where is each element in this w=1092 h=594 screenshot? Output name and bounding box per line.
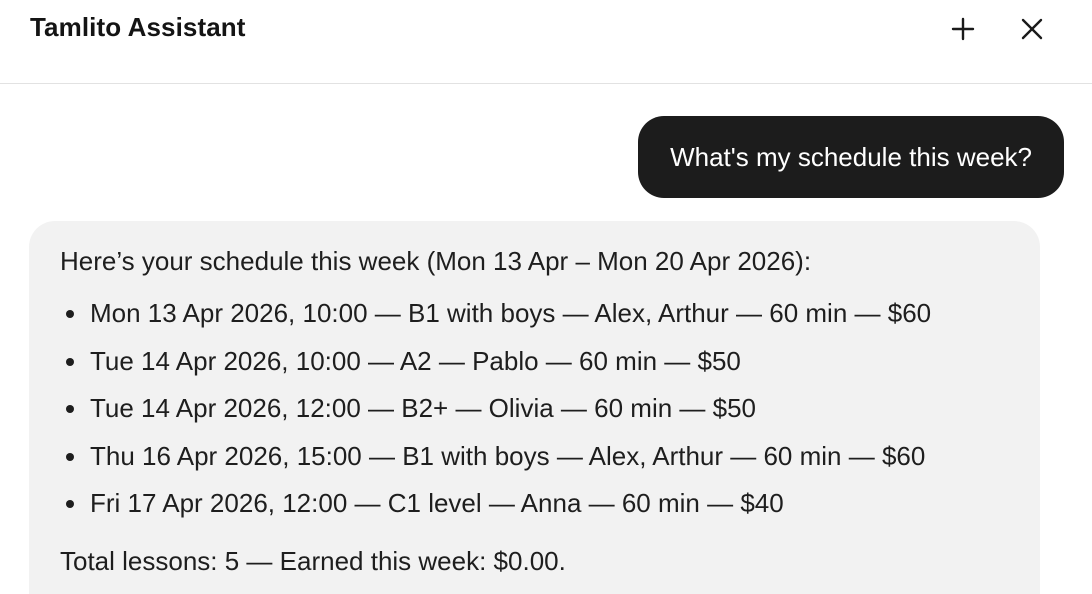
close-button[interactable] (1015, 12, 1049, 46)
schedule-item: Fri 17 Apr 2026, 12:00 — C1 level — Anna… (60, 485, 1009, 533)
panel-header: Tamlito Assistant (0, 0, 1092, 84)
schedule-item: Thu 16 Apr 2026, 15:00 — B1 with boys — … (60, 438, 1009, 486)
schedule-item: Mon 13 Apr 2026, 10:00 — B1 with boys — … (60, 295, 1009, 343)
schedule-item: Tue 14 Apr 2026, 10:00 — A2 — Pablo — 60… (60, 343, 1009, 391)
schedule-list: Mon 13 Apr 2026, 10:00 — B1 with boys — … (60, 295, 1009, 533)
close-icon (1021, 18, 1043, 40)
message-list[interactable]: What's my schedule this week? Here’s you… (0, 85, 1092, 594)
panel-title: Tamlito Assistant (30, 12, 246, 42)
plus-icon (951, 17, 975, 41)
schedule-item: Tue 14 Apr 2026, 12:00 — B2+ — Olivia — … (60, 390, 1009, 438)
new-chat-button[interactable] (946, 12, 980, 46)
assistant-intro: Here’s your schedule this week (Mon 13 A… (60, 246, 812, 276)
schedule-total: Total lessons: 5 — Earned this week: $0.… (60, 545, 566, 576)
assistant-panel: Tamlito Assistant What's my schedule thi… (0, 0, 1092, 594)
assistant-message: Here’s your schedule this week (Mon 13 A… (29, 221, 1040, 594)
user-message: What's my schedule this week? (638, 116, 1064, 198)
